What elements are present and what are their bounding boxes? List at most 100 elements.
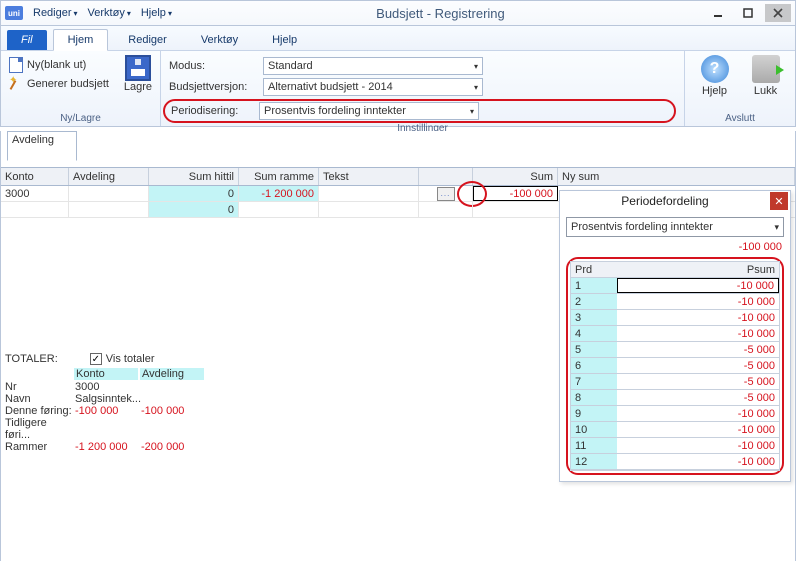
hjelp-label: Hjelp <box>702 85 727 97</box>
versjon-row: Budsjettversjon: Alternativt budsjett - … <box>169 78 676 96</box>
cell-sumhittil: 0 <box>149 202 239 217</box>
period-cell-psum[interactable]: -10 000 <box>617 278 779 293</box>
lagre-button[interactable]: Lagre <box>124 55 152 93</box>
period-row[interactable]: 5-5 000 <box>571 342 779 358</box>
period-cell-psum[interactable]: -5 000 <box>617 374 779 389</box>
close-button[interactable] <box>765 4 791 22</box>
col-sumhittil[interactable]: Sum hittil <box>149 168 239 185</box>
period-cell-psum[interactable]: -10 000 <box>617 310 779 325</box>
rammer-label: Rammer <box>5 441 73 453</box>
period-row[interactable]: 8-5 000 <box>571 390 779 406</box>
periodisering-dropdown[interactable]: Prosentvis fordeling inntekter ▾ <box>259 102 479 120</box>
period-cell-psum[interactable]: -10 000 <box>617 326 779 341</box>
period-row[interactable]: 4-10 000 <box>571 326 779 342</box>
col-tekst[interactable]: Tekst <box>319 168 419 185</box>
period-total: -100 000 <box>560 239 790 255</box>
period-row[interactable]: 11-10 000 <box>571 438 779 454</box>
content-area: Avdeling Konto Avdeling Sum hittil Sum r… <box>0 131 796 561</box>
cell-konto[interactable] <box>1 202 69 217</box>
generer-budsjett-button[interactable]: Generer budsjett <box>9 77 109 91</box>
period-dropdown[interactable]: Prosentvis fordeling inntekter ▾ <box>566 217 784 237</box>
caret-down-icon: ▾ <box>474 62 478 71</box>
period-cell-prd: 2 <box>571 294 617 309</box>
col-avdeling[interactable]: Avdeling <box>69 168 149 185</box>
vis-totaler-checkbox[interactable]: ✓ <box>90 353 102 365</box>
period-title: Periodefordeling <box>560 194 770 208</box>
period-cell-prd: 10 <box>571 422 617 437</box>
cell-tekst[interactable] <box>319 186 419 201</box>
ellipsis-button[interactable]: ... <box>437 187 455 201</box>
period-cell-psum[interactable]: -10 000 <box>617 454 779 469</box>
period-row[interactable]: 1-10 000 <box>571 278 779 294</box>
period-cell-psum[interactable]: -5 000 <box>617 390 779 405</box>
totals-col-avdeling: Avdeling <box>139 367 205 381</box>
document-icon <box>9 57 23 73</box>
grid-header: Konto Avdeling Sum hittil Sum ramme Teks… <box>1 168 795 186</box>
period-cell-prd: 5 <box>571 342 617 357</box>
ribbon-tab-fil[interactable]: Fil <box>7 30 47 50</box>
period-cell-prd: 8 <box>571 390 617 405</box>
period-cell-psum[interactable]: -10 000 <box>617 406 779 421</box>
period-row[interactable]: 7-5 000 <box>571 374 779 390</box>
titlebar-menu-verktoy[interactable]: Verktøy <box>84 5 135 21</box>
period-row[interactable]: 2-10 000 <box>571 294 779 310</box>
denne-konto: -100 000 <box>73 405 139 417</box>
cell-avdeling[interactable] <box>69 186 149 201</box>
floppy-icon <box>125 55 151 81</box>
cell-tekst[interactable] <box>319 202 419 217</box>
lukk-button[interactable]: Lukk <box>744 55 787 97</box>
period-close-button[interactable]: ✕ <box>770 192 788 210</box>
col-konto[interactable]: Konto <box>1 168 69 185</box>
period-row[interactable]: 3-10 000 <box>571 310 779 326</box>
ribbon-tab-hjem[interactable]: Hjem <box>53 29 109 51</box>
titlebar-menu-rediger[interactable]: Rediger <box>29 5 82 21</box>
totals-col-konto: Konto <box>73 367 139 381</box>
totals-panel: TOTALER: ✓ Vis totaler Konto Avdeling Nr… <box>5 353 235 453</box>
minimize-button[interactable] <box>705 4 731 22</box>
versjon-value: Alternativt budsjett - 2014 <box>268 81 393 93</box>
ribbon-group-nylagre: Ny(blank ut) Generer budsjett Lagre Ny/L… <box>1 51 161 126</box>
totals-title: TOTALER: <box>5 353 58 365</box>
maximize-button[interactable] <box>735 4 761 22</box>
rammer-konto: -1 200 000 <box>73 441 139 453</box>
cell-avdeling[interactable] <box>69 202 149 217</box>
period-cell-psum[interactable]: -10 000 <box>617 438 779 453</box>
avdeling-tab[interactable]: Avdeling <box>7 131 77 161</box>
period-cell-psum[interactable]: -5 000 <box>617 358 779 373</box>
ribbon-tab-hjelp[interactable]: Hjelp <box>258 30 311 50</box>
period-cell-prd: 3 <box>571 310 617 325</box>
cell-sum[interactable]: -100 000 <box>473 186 558 201</box>
cell-open-period: ... <box>419 186 473 201</box>
col-sumramme[interactable]: Sum ramme <box>239 168 319 185</box>
titlebar-menu-hjelp[interactable]: Hjelp <box>137 5 176 21</box>
titlebar: uni Rediger Verktøy Hjelp Budsjett - Reg… <box>0 0 796 26</box>
ribbon-tab-verktoy[interactable]: Verktøy <box>187 30 252 50</box>
period-cell-prd: 12 <box>571 454 617 469</box>
cell-konto[interactable]: 3000 <box>1 186 69 201</box>
period-row[interactable]: 6-5 000 <box>571 358 779 374</box>
help-icon: ? <box>701 55 729 83</box>
group-label-avslutt: Avslutt <box>693 113 787 124</box>
ribbon-tab-rediger[interactable]: Rediger <box>114 30 181 50</box>
vis-totaler-label: Vis totaler <box>106 353 155 365</box>
caret-down-icon: ▾ <box>470 107 474 116</box>
versjon-dropdown[interactable]: Alternativt budsjett - 2014 ▾ <box>263 78 483 96</box>
periodisering-value: Prosentvis fordeling inntekter <box>264 105 406 117</box>
period-row[interactable]: 10-10 000 <box>571 422 779 438</box>
cell-sumramme: -1 200 000 <box>239 186 319 201</box>
period-row[interactable]: 12-10 000 <box>571 454 779 470</box>
period-cell-psum[interactable]: -10 000 <box>617 422 779 437</box>
ny-blank-button[interactable]: Ny(blank ut) <box>9 57 109 73</box>
period-cell-psum[interactable]: -10 000 <box>617 294 779 309</box>
modus-dropdown[interactable]: Standard ▾ <box>263 57 483 75</box>
modus-row: Modus: Standard ▾ <box>169 57 676 75</box>
navn-label: Navn <box>5 393 73 405</box>
periodisering-row: Periodisering: Prosentvis fordeling innt… <box>163 99 676 123</box>
col-nysum[interactable]: Ny sum <box>558 168 795 185</box>
period-cell-prd: 9 <box>571 406 617 421</box>
caret-down-icon: ▾ <box>774 222 779 233</box>
period-cell-psum[interactable]: -5 000 <box>617 342 779 357</box>
period-row[interactable]: 9-10 000 <box>571 406 779 422</box>
hjelp-button[interactable]: ? Hjelp <box>693 55 736 97</box>
col-sum[interactable]: Sum <box>473 168 558 185</box>
